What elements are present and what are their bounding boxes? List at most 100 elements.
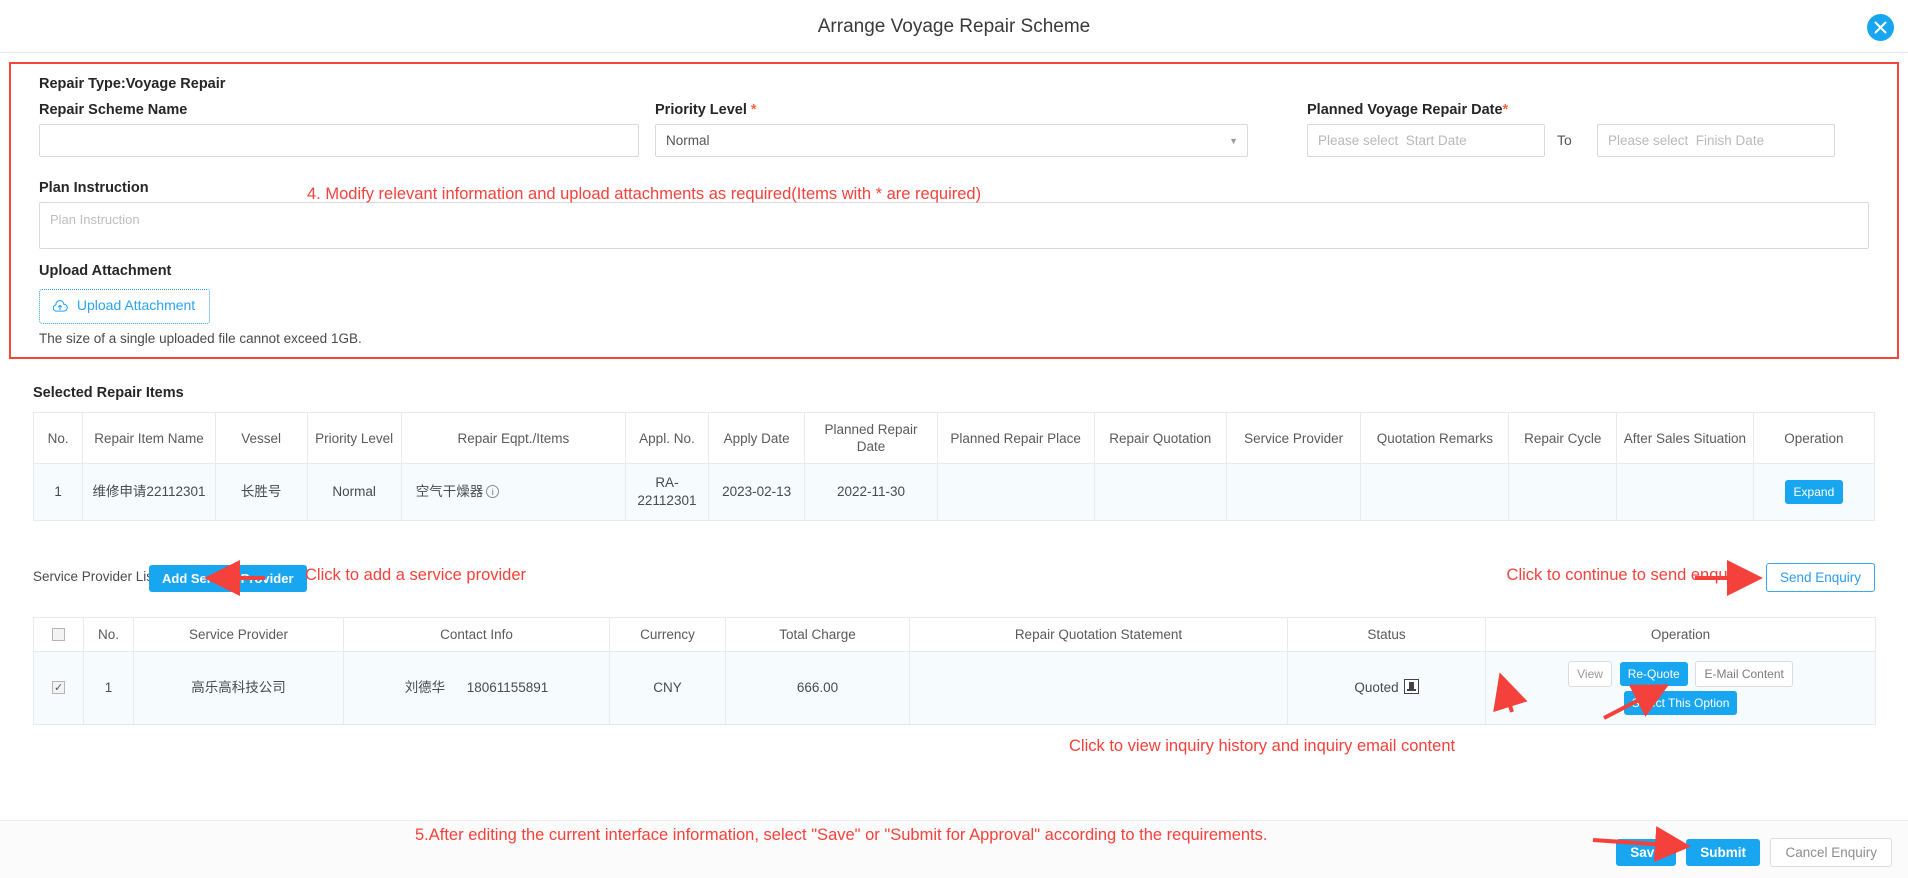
date-range-separator: To [1557, 132, 1572, 148]
col-after-sales-situation: After Sales Situation [1616, 412, 1754, 464]
cell-apply-date: 2023-02-13 [707, 463, 806, 521]
cell-repair-cycle [1508, 463, 1618, 521]
table-row: 1 高乐高科技公司 刘德华 18061155891 CNY 666.00 Quo… [33, 651, 1876, 725]
cell-sp-operation: View Re-Quote E-Mail Content Select This… [1485, 651, 1876, 725]
annotation-add-service-provider: Click to add a service provider [305, 566, 527, 584]
col-vessel: Vessel [214, 412, 308, 464]
col-planned-repair-place: Planned Repair Place [936, 412, 1095, 464]
table-row: 1 维修申请22112301 长胜号 Normal 空气干燥器 i RA-2211… [32, 463, 1876, 521]
priority-level-text: Priority Level [655, 102, 747, 118]
date-range-wrapper: To [1307, 124, 1847, 157]
re-quote-button[interactable]: Re-Quote [1619, 662, 1688, 686]
view-button[interactable]: View [1568, 661, 1612, 687]
repair-scheme-name-input[interactable] [39, 124, 639, 157]
col-planned-repair-date: Planned Repair Date [804, 412, 938, 464]
planned-date-label: Planned Voyage Repair Date* [1307, 102, 1847, 118]
plan-instruction-textarea[interactable]: Plan Instruction [39, 202, 1869, 249]
col-sp-status: Status [1287, 617, 1486, 652]
repair-scheme-name-label: Repair Scheme Name [39, 102, 188, 118]
service-provider-list-label: Service Provider List [33, 569, 157, 584]
col-priority-level: Priority Level [306, 412, 402, 464]
annotation-step-5: 5.After editing the current interface in… [415, 826, 1268, 844]
annotation-step-4: 4. Modify relevant information and uploa… [307, 185, 982, 203]
cell-service-provider [1225, 463, 1362, 521]
cell-sp-status: Quoted [1287, 651, 1486, 725]
submit-button[interactable]: Submit [1686, 839, 1760, 866]
cancel-enquiry-button[interactable]: Cancel Enquiry [1770, 838, 1892, 867]
service-provider-toolbar: Service Provider List Add Service Provid… [33, 563, 1875, 595]
priority-level-label: Priority Level * [655, 102, 1248, 118]
info-icon[interactable]: i [486, 485, 500, 498]
operation-button-row-1: View Re-Quote E-Mail Content [1490, 661, 1871, 687]
cell-row-checkbox [33, 651, 84, 725]
footer-buttons: Save Submit Cancel Enquiry [1610, 838, 1892, 867]
cell-appl-no-link[interactable]: RA-22112301 [624, 463, 709, 521]
col-sp-service-provider: Service Provider [133, 617, 344, 652]
contact-name: 刘德华 [404, 680, 446, 695]
start-date-input[interactable] [1307, 124, 1545, 157]
add-service-provider-button[interactable]: Add Service Provider [149, 565, 307, 592]
repair-items-header-row: No. Repair Item Name Vessel Priority Lev… [32, 412, 1876, 464]
col-operation: Operation [1752, 412, 1876, 464]
plan-instruction-placeholder: Plan Instruction [50, 212, 140, 227]
finish-date-input[interactable] [1597, 124, 1835, 157]
required-asterisk: * [1502, 102, 1509, 118]
planned-date-text: Planned Voyage Repair Date [1307, 102, 1503, 118]
service-provider-header-row: No. Service Provider Contact Info Curren… [33, 617, 1876, 652]
dialog-arrange-voyage-repair-scheme: Arrange Voyage Repair Scheme Repair Type… [0, 0, 1908, 878]
form-row-primary: Repair Scheme Name Priority Level * Norm… [39, 102, 1869, 168]
inquiry-history-icon[interactable] [1403, 679, 1419, 694]
cell-repair-eqpt-text: 空气干燥器 [415, 484, 484, 499]
close-icon[interactable] [1867, 14, 1894, 41]
col-no: No. [32, 412, 84, 464]
expand-button[interactable]: Expand [1784, 480, 1844, 504]
cell-planned-repair-date: 2022-11-30 [804, 463, 938, 521]
priority-level-select[interactable]: Normal ▼ [655, 124, 1248, 157]
cell-no: 1 [32, 463, 84, 521]
annotation-send-enquiry: Click to continue to send enquiry [1506, 566, 1745, 584]
service-provider-table: No. Service Provider Contact Info Curren… [33, 617, 1876, 725]
cell-planned-repair-place [936, 463, 1095, 521]
col-sp-operation: Operation [1485, 617, 1876, 652]
cell-operation: Expand [1752, 463, 1876, 521]
upload-attachment-button-label: Upload Attachment [76, 297, 196, 313]
col-apply-date: Apply Date [707, 412, 806, 464]
required-asterisk: * [750, 102, 757, 118]
col-service-provider: Service Provider [1225, 412, 1362, 464]
cell-sp-currency: CNY [609, 651, 726, 725]
upload-size-hint: The size of a single uploaded file canno… [39, 331, 362, 346]
priority-level-value: Normal [666, 133, 710, 148]
upload-attachment-button[interactable]: Upload Attachment [39, 289, 211, 324]
cell-sp-statement [909, 651, 1288, 725]
cell-repair-eqpt: 空气干燥器 i [400, 463, 626, 521]
operation-button-row-2: Select This Option [1490, 691, 1871, 715]
cell-sp-total-charge: 666.00 [725, 651, 910, 725]
col-repair-cycle: Repair Cycle [1508, 412, 1618, 464]
repair-type-label: Repair Type:Voyage Repair [39, 76, 226, 92]
field-repair-scheme-name: Repair Scheme Name [39, 102, 639, 157]
email-content-button[interactable]: E-Mail Content [1695, 661, 1793, 687]
col-sp-currency: Currency [609, 617, 726, 652]
save-button[interactable]: Save [1616, 839, 1676, 866]
col-sp-repair-quotation-statement: Repair Quotation Statement [909, 617, 1288, 652]
col-repair-quotation: Repair Quotation [1093, 412, 1227, 464]
send-enquiry-button[interactable]: Send Enquiry [1765, 563, 1875, 592]
col-appl-no: Appl. No. [624, 412, 709, 464]
status-badge: Quoted [1354, 680, 1399, 695]
field-priority-level: Priority Level * Normal ▼ [655, 102, 1248, 157]
cloud-upload-icon [52, 300, 68, 316]
col-repair-eqpt-items: Repair Eqpt./Items [400, 412, 626, 464]
cell-repair-quotation [1093, 463, 1227, 521]
row-select-checkbox[interactable] [52, 679, 65, 697]
cell-sp-provider: 高乐高科技公司 [133, 651, 344, 725]
select-this-option-button[interactable]: Select This Option [1623, 691, 1738, 715]
col-sp-no: No. [83, 617, 134, 652]
field-planned-voyage-repair-date: Planned Voyage Repair Date* To [1307, 102, 1847, 157]
chevron-down-icon: ▼ [1229, 136, 1238, 146]
cell-repair-item-name: 维修申请22112301 [82, 463, 216, 521]
select-all-checkbox[interactable] [52, 628, 65, 641]
upload-attachment-label: Upload Attachment [39, 263, 172, 279]
col-quotation-remarks: Quotation Remarks [1360, 412, 1510, 464]
cell-priority-level: Normal [306, 463, 402, 521]
selected-repair-items-title: Selected Repair Items [33, 385, 184, 401]
